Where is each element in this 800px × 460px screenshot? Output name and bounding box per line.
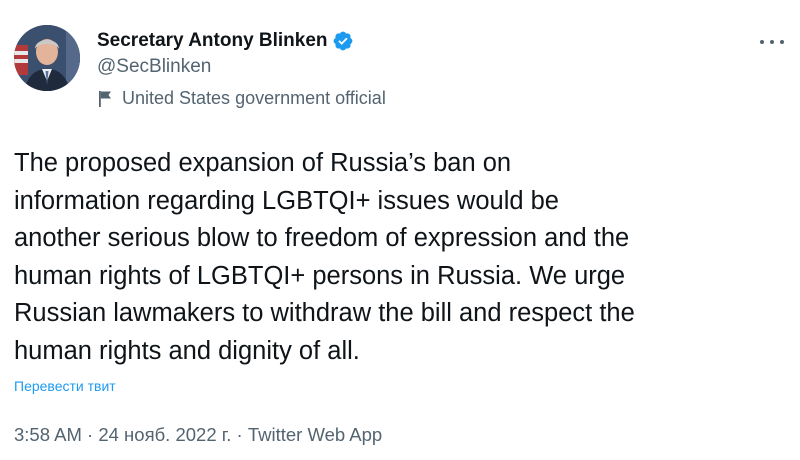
tweet-text-line: information regarding LGBTQI+ issues wou…	[14, 186, 559, 215]
tweet-text-line: The proposed expansion of Russia’s ban o…	[14, 149, 512, 177]
flag-icon	[99, 90, 111, 107]
more-dot-icon	[770, 40, 774, 44]
tweet-text-line: Russian lawmakers to withdraw the bill a…	[14, 299, 635, 328]
tweet-meta: 3:58 AM · 24 нояб. 2022 г. · Twitter Web…	[14, 424, 382, 446]
tweet-time[interactable]: 3:58 AM	[14, 424, 82, 445]
tweet-text-line: another serious blow to freedom of expre…	[14, 224, 630, 253]
tweet-date[interactable]: 24 нояб. 2022 г.	[98, 424, 231, 445]
government-label-text: United States government official	[122, 88, 386, 108]
meta-separator: ·	[81, 424, 99, 445]
tweet-text: The proposed expansion of Russia’s ban o…	[14, 145, 794, 371]
tweet-card: Secretary Antony Blinken @SecBlinken Uni…	[0, 0, 800, 460]
tweet-text-line: human rights of LGBTQI+ persons in Russi…	[14, 261, 626, 290]
tweet-text-line: human rights and dignity of all.	[14, 336, 360, 365]
government-label: United States government official	[97, 88, 386, 109]
verified-badge-icon	[333, 31, 352, 51]
author-handle[interactable]: @SecBlinken	[97, 56, 211, 78]
meta-separator: ·	[231, 424, 248, 445]
tweet-source[interactable]: Twitter Web App	[248, 424, 382, 445]
translate-tweet-link[interactable]: Перевести твит	[14, 378, 116, 394]
more-dot-icon	[760, 40, 764, 44]
more-dot-icon	[780, 40, 784, 44]
display-name[interactable]: Secretary Antony Blinken	[97, 30, 328, 52]
avatar[interactable]	[14, 25, 80, 91]
avatar-image	[14, 25, 80, 91]
author-name-row[interactable]: Secretary Antony Blinken	[97, 30, 354, 52]
more-options-button[interactable]	[754, 30, 790, 54]
